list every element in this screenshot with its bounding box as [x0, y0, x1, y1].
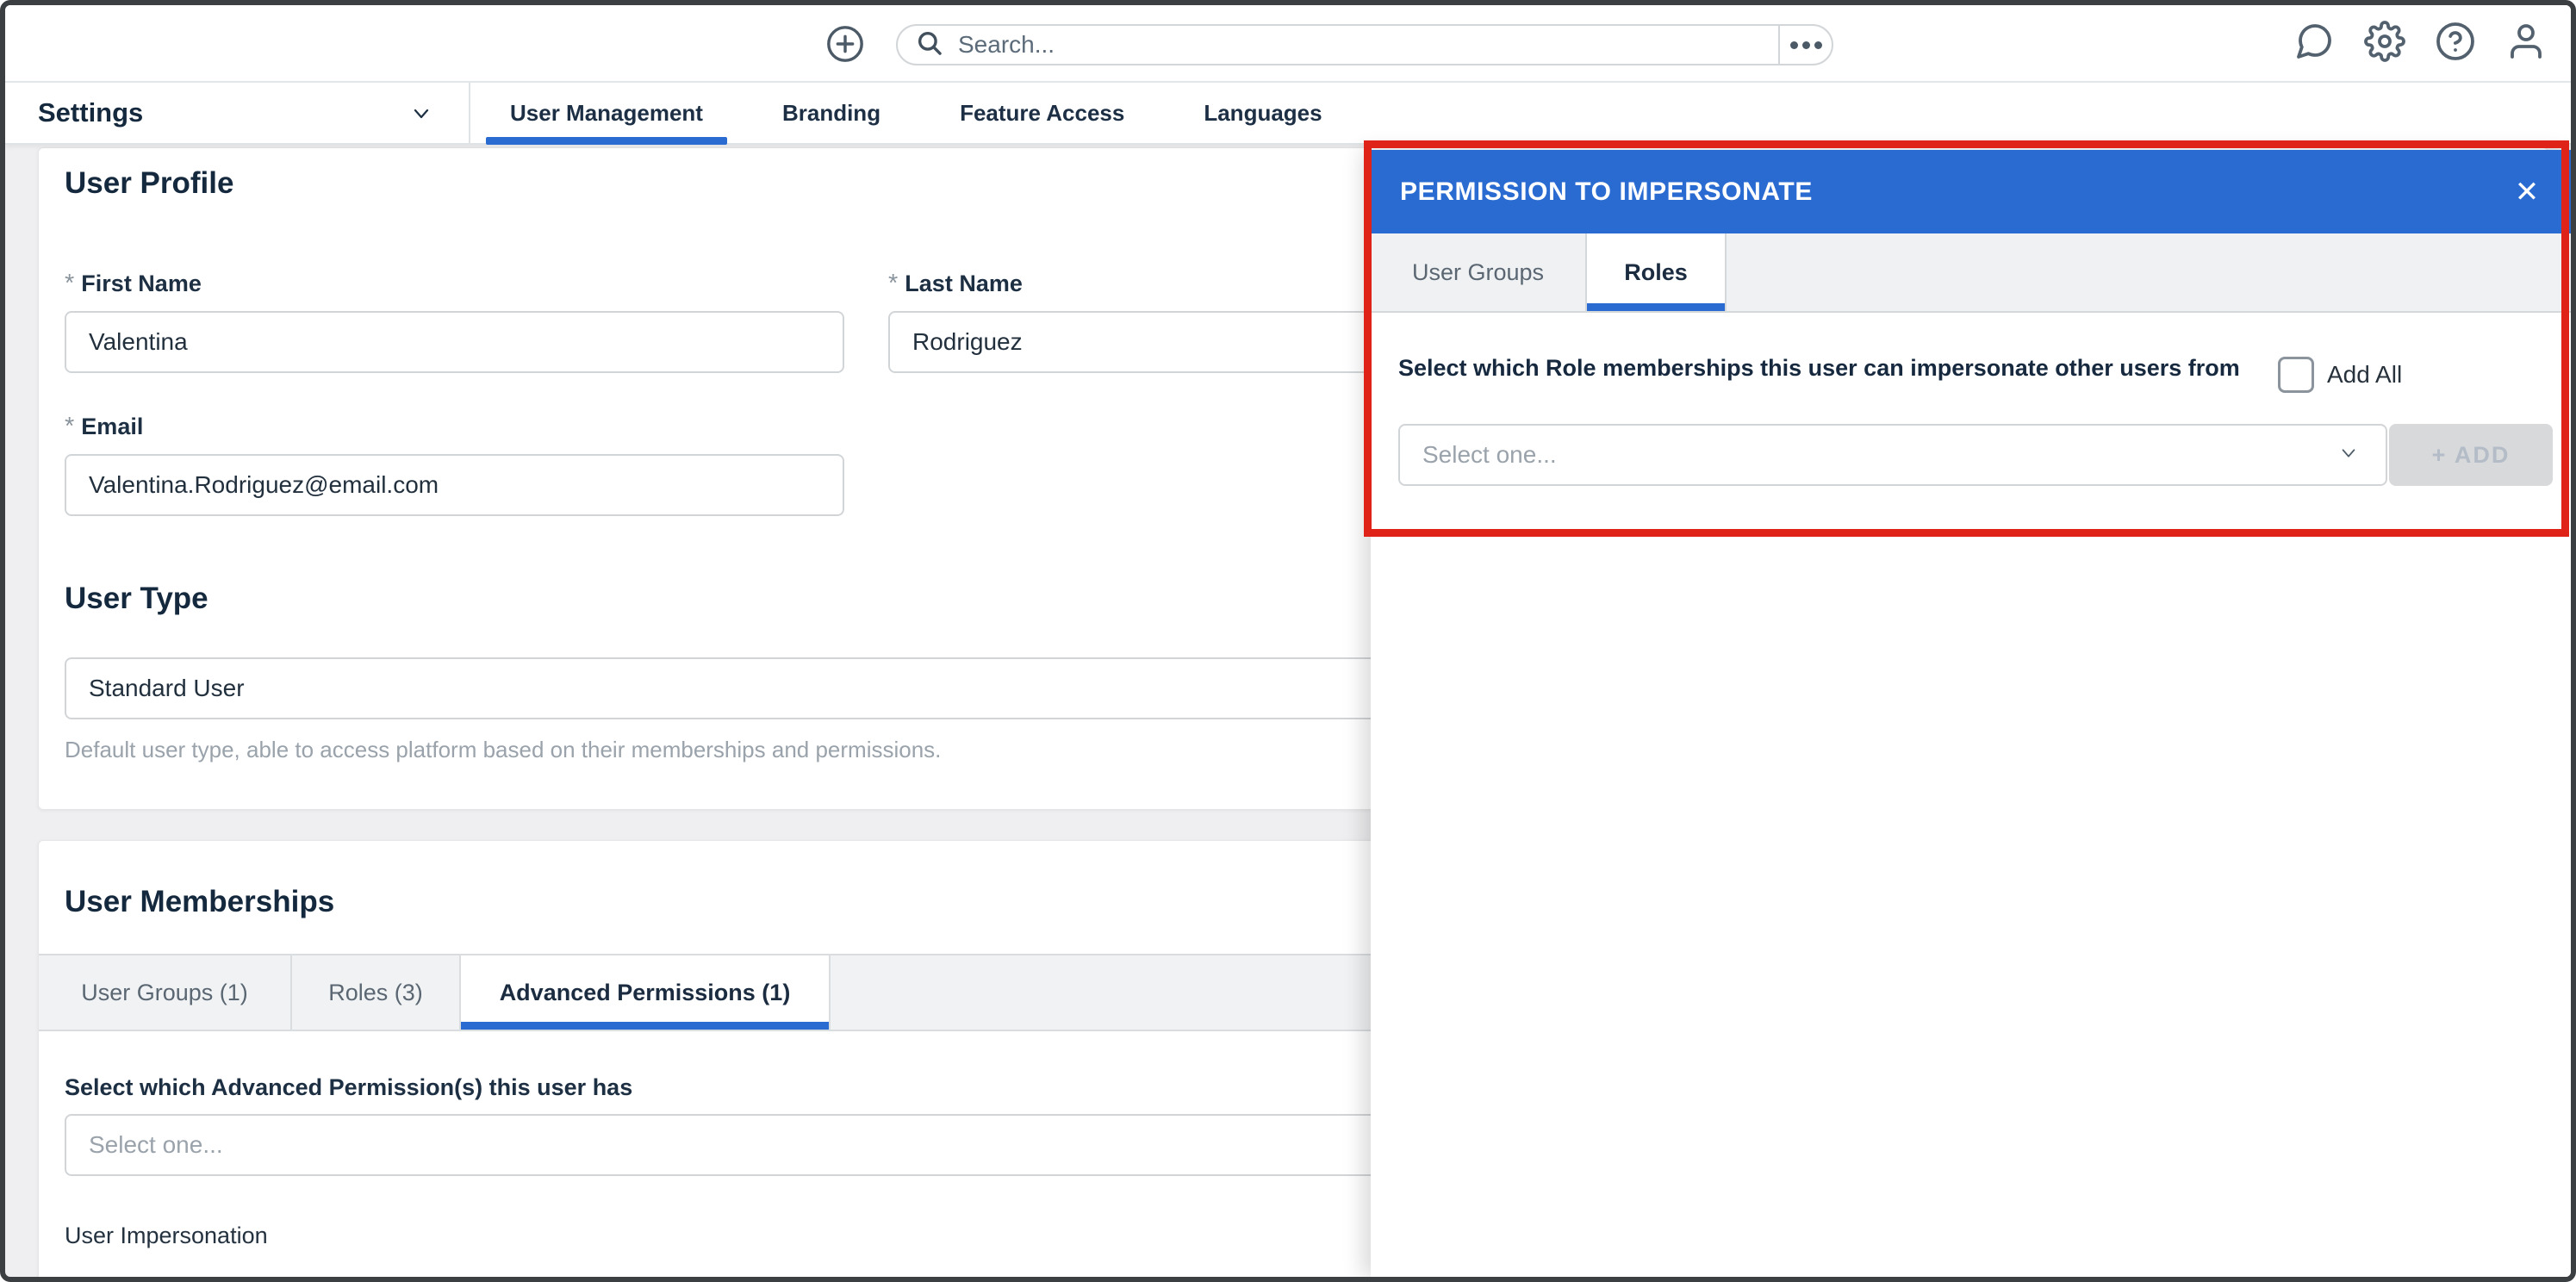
- first-name-input[interactable]: [65, 311, 844, 373]
- tab-label: Languages: [1204, 100, 1322, 127]
- advanced-permission-select-label: Select which Advanced Permission(s) this…: [65, 1074, 632, 1101]
- help-icon: [2435, 21, 2476, 62]
- required-asterisk: *: [65, 413, 74, 440]
- role-select-placeholder: Select one...: [1422, 441, 2336, 469]
- topbar-actions: [2293, 21, 2547, 62]
- user-type-helper: Default user type, able to access platfo…: [65, 737, 941, 763]
- user-memberships-heading: User Memberships: [65, 885, 334, 919]
- tab-languages[interactable]: Languages: [1164, 83, 1361, 143]
- permission-to-impersonate-drawer: PERMISSION TO IMPERSONATE ✕ User Groups …: [1371, 150, 2571, 1277]
- active-tab-underline: [486, 137, 727, 145]
- first-name-label: *First Name: [65, 270, 202, 298]
- tab-label: Advanced Permissions (1): [500, 980, 791, 1006]
- chevron-down-icon: [2336, 444, 2386, 467]
- plus-circle-icon: [825, 24, 865, 64]
- user-type-heading: User Type: [65, 582, 208, 616]
- tab-branding[interactable]: Branding: [743, 83, 920, 143]
- drawer-header: PERMISSION TO IMPERSONATE ✕: [1371, 150, 2571, 233]
- chat-icon: [2293, 21, 2335, 62]
- drawer-instruction: Select which Role memberships this user …: [1398, 353, 2260, 383]
- settings-dropdown[interactable]: Settings: [5, 83, 470, 143]
- role-select-dropdown[interactable]: Select one...: [1398, 424, 2387, 486]
- chat-button[interactable]: [2293, 21, 2335, 62]
- create-button[interactable]: [825, 24, 865, 64]
- add-button[interactable]: + ADD: [2389, 424, 2553, 486]
- user-impersonation-label: User Impersonation: [65, 1223, 268, 1249]
- search-options-button[interactable]: [1778, 26, 1832, 64]
- ellipsis-icon: [1790, 41, 1822, 49]
- tab-feature-access[interactable]: Feature Access: [920, 83, 1164, 143]
- drawer-tabstrip: User Groups Roles: [1371, 233, 2571, 313]
- tab-label: Roles (3): [328, 980, 423, 1006]
- tab-label: User Groups (1): [81, 980, 248, 1006]
- drawer-tab-roles[interactable]: Roles: [1587, 233, 1727, 311]
- last-name-label: *Last Name: [888, 270, 1023, 298]
- settings-gear-button[interactable]: [2364, 21, 2405, 62]
- user-icon: [2505, 21, 2547, 62]
- help-button[interactable]: [2435, 21, 2476, 62]
- add-all-label: Add All: [2327, 361, 2402, 389]
- add-button-label: + ADD: [2432, 442, 2511, 468]
- drawer-title: PERMISSION TO IMPERSONATE: [1400, 177, 1813, 207]
- tab-label: Branding: [782, 100, 880, 127]
- gear-icon: [2364, 21, 2405, 62]
- required-asterisk: *: [888, 270, 898, 297]
- tab-user-management[interactable]: User Management: [470, 83, 743, 143]
- close-icon: ✕: [2515, 176, 2540, 208]
- search-input[interactable]: [944, 28, 1778, 62]
- user-profile-heading: User Profile: [65, 166, 233, 201]
- close-button[interactable]: ✕: [2505, 171, 2548, 214]
- active-tab-underline: [1587, 303, 1725, 311]
- email-input[interactable]: [65, 454, 844, 516]
- required-asterisk: *: [65, 270, 74, 297]
- top-bar: [5, 5, 2571, 83]
- tab-user-groups[interactable]: User Groups (1): [39, 955, 292, 1030]
- tab-label: Roles: [1624, 259, 1688, 286]
- tab-advanced-permissions[interactable]: Advanced Permissions (1): [461, 955, 831, 1030]
- settings-tabs: User Management Branding Feature Access …: [470, 83, 1362, 143]
- email-label: *Email: [65, 413, 143, 441]
- add-all-checkbox[interactable]: [2278, 357, 2314, 393]
- search-bar: [896, 24, 1833, 65]
- search-icon: [915, 28, 944, 62]
- account-button[interactable]: [2505, 21, 2547, 62]
- app-window: Settings User Management Branding Featur…: [0, 0, 2576, 1282]
- tab-label: User Management: [510, 100, 703, 127]
- tab-label: Feature Access: [960, 100, 1124, 127]
- drawer-tab-user-groups[interactable]: User Groups: [1371, 233, 1587, 311]
- tab-label: User Groups: [1412, 259, 1544, 286]
- settings-dropdown-label: Settings: [38, 97, 143, 128]
- tab-roles[interactable]: Roles (3): [292, 955, 461, 1030]
- active-tab-underline: [461, 1022, 829, 1030]
- settings-nav-row: Settings User Management Branding Featur…: [5, 83, 2571, 145]
